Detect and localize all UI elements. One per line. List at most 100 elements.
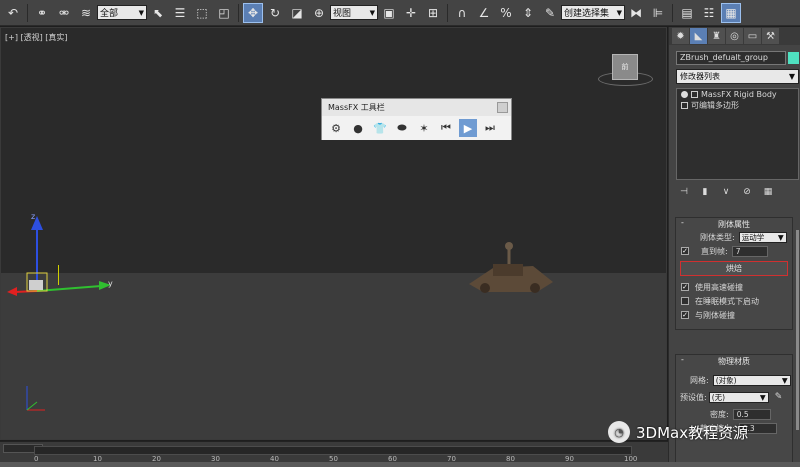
rollout-title: 刚体属性	[718, 219, 750, 229]
world-params-icon[interactable]: ⚙	[327, 119, 345, 137]
modifier-list-dropdown[interactable]: 修改器列表 ▼	[676, 69, 799, 84]
angle-snap-icon[interactable]: ∠	[474, 3, 494, 23]
step-simulation-icon[interactable]: ⏭	[481, 119, 499, 137]
select-by-name-icon[interactable]: ☰	[170, 3, 190, 23]
catapult-wheel	[530, 283, 540, 293]
unlink-icon[interactable]: ⚮	[54, 3, 74, 23]
create-tab-icon[interactable]: ✹	[672, 28, 689, 44]
timeline-track[interactable]	[34, 446, 632, 455]
remove-modifier-icon[interactable]: ⊘	[740, 186, 754, 198]
expand-icon[interactable]	[681, 102, 688, 109]
mesh-select[interactable]: (对象) ▼	[712, 374, 791, 386]
separator	[238, 3, 239, 22]
separator	[27, 3, 28, 22]
spinner-snap-icon[interactable]: ⇕	[518, 3, 538, 23]
utilities-tab-icon[interactable]: ⚒	[762, 28, 779, 44]
scale-icon[interactable]: ◪	[287, 3, 307, 23]
edit-named-sel-icon[interactable]: ✎	[540, 3, 560, 23]
constraint-icon[interactable]: ⬬	[393, 119, 411, 137]
close-icon[interactable]	[497, 102, 508, 113]
hi-speed-label: 使用高速碰撞	[695, 282, 743, 292]
ragdoll-icon[interactable]: ✶	[415, 119, 433, 137]
window-crossing-icon[interactable]: ◰	[214, 3, 234, 23]
hierarchy-tab-icon[interactable]: ♜	[708, 28, 725, 44]
select-manipulate-icon[interactable]: ✛	[401, 3, 421, 23]
modifier-stack: MassFX Rigid Body 可编辑多边形	[676, 88, 799, 180]
wechat-logo-icon: ◔	[608, 421, 630, 443]
display-tab-icon[interactable]: ▭	[744, 28, 761, 44]
percent-snap-icon[interactable]: %	[496, 3, 516, 23]
rect-selection-icon[interactable]: ⬚	[192, 3, 212, 23]
play-simulation-icon[interactable]: ▶	[459, 119, 477, 137]
rollout-header[interactable]: - 刚体属性	[676, 218, 792, 230]
rollout-header[interactable]: - 物理材质	[676, 355, 792, 367]
preset-select[interactable]: (无) ▼	[708, 391, 769, 403]
massfx-toolbar: MassFX 工具栏 ⚙ ● 👕 ⬬ ✶ ⏮ ▶ ⏭	[321, 98, 512, 140]
named-selection-select[interactable]: 创建选择集 ▼	[561, 5, 625, 20]
make-unique-icon[interactable]: ∨	[719, 186, 733, 198]
ref-coord-value: 视图	[333, 9, 352, 19]
chevron-down-icon: ▼	[138, 8, 144, 17]
sleep-checkbox[interactable]	[681, 297, 689, 305]
pivot-center-icon[interactable]: ▣	[379, 3, 399, 23]
curve-editor-icon[interactable]: ▦	[721, 2, 741, 23]
eyedropper-icon[interactable]: ✎	[775, 392, 783, 402]
transform-gizmo[interactable]	[1, 198, 121, 298]
object-name-field[interactable]: ZBrush_defualt_group	[676, 51, 786, 65]
until-frame-checkbox[interactable]: ✓	[681, 247, 689, 255]
object-color-swatch[interactable]	[788, 52, 799, 64]
preset-value: (无)	[711, 392, 726, 402]
modify-tab-icon[interactable]: ◣	[690, 28, 707, 44]
align-icon[interactable]: ⊫	[648, 3, 668, 23]
reset-simulation-icon[interactable]: ⏮	[437, 119, 455, 137]
massfx-title: MassFX 工具栏	[328, 103, 385, 112]
rotate-icon[interactable]: ↻	[265, 3, 285, 23]
undo-icon[interactable]: ↶	[3, 3, 23, 23]
collapse-icon[interactable]: -	[681, 218, 684, 227]
configure-sets-icon[interactable]: ▦	[761, 186, 775, 198]
stack-item[interactable]: 可编辑多边形	[677, 100, 798, 111]
catapult-frame	[493, 264, 523, 276]
selection-filter-select[interactable]: 全部 ▼	[97, 5, 147, 20]
selection-filter-value: 全部	[100, 9, 119, 19]
motion-tab-icon[interactable]: ◎	[726, 28, 743, 44]
ref-coord-select[interactable]: 视图 ▼	[330, 5, 378, 20]
status-strip	[0, 462, 800, 467]
move-icon[interactable]: ✥	[243, 2, 263, 23]
bind-spacewarp-icon[interactable]: ≋	[76, 3, 96, 23]
perspective-viewport[interactable]: [+] [透视] [真实] 前 z y MassFX 工具栏 ⚙ ● 👕 ⬬ ✶…	[0, 27, 667, 440]
chevron-down-icon: ▼	[759, 392, 766, 402]
catapult-model[interactable]	[463, 240, 557, 295]
panel-scrollbar[interactable]	[796, 230, 799, 430]
rigid-type-label: 刚体类型:	[700, 232, 735, 242]
pin-stack-icon[interactable]: ⊣	[677, 186, 691, 198]
gizmo-x-arrow[interactable]	[7, 287, 17, 296]
axis-y-label: y	[108, 279, 113, 288]
select-object-icon[interactable]: ⬉	[148, 3, 168, 23]
rigid-type-select[interactable]: 运动学 ▼	[738, 231, 787, 243]
lightbulb-icon[interactable]	[681, 91, 688, 98]
massfx-title-bar[interactable]: MassFX 工具栏	[322, 99, 511, 116]
rigid-body-icon[interactable]: ●	[349, 119, 367, 137]
collapse-icon[interactable]: -	[681, 355, 684, 364]
mirror-icon[interactable]: ⧓	[626, 3, 646, 23]
collide-checkbox[interactable]: ✓	[681, 311, 689, 319]
expand-icon[interactable]	[691, 91, 698, 98]
layer-manager-icon[interactable]: ▤	[677, 3, 697, 23]
place-icon[interactable]: ⊕	[309, 3, 329, 23]
ribbon-icon[interactable]: ☷	[699, 3, 719, 23]
viewcube[interactable]: 前	[612, 54, 638, 80]
stack-item[interactable]: MassFX Rigid Body	[677, 89, 798, 100]
viewport-label[interactable]: [+] [透视] [真实]	[5, 32, 68, 43]
keyboard-shortcut-icon[interactable]: ⊞	[423, 3, 443, 23]
link-icon[interactable]: ⚭	[32, 3, 52, 23]
main-toolbar: ↶ ⚭ ⚮ ≋ 全部 ▼ ⬉ ☰ ⬚ ◰ ✥ ↻ ◪ ⊕ 视图 ▼ ▣ ✛ ⊞ …	[0, 0, 800, 26]
show-end-result-icon[interactable]: ▮	[698, 186, 712, 198]
snap-3-icon[interactable]: ∩	[452, 3, 472, 23]
mcloth-icon[interactable]: 👕	[371, 119, 389, 137]
hi-speed-checkbox[interactable]: ✓	[681, 283, 689, 291]
separator	[447, 3, 448, 22]
bake-button[interactable]: 烘焙	[680, 261, 788, 276]
named-selection-value: 创建选择集	[564, 9, 610, 19]
until-frame-input[interactable]: 7	[731, 245, 768, 257]
